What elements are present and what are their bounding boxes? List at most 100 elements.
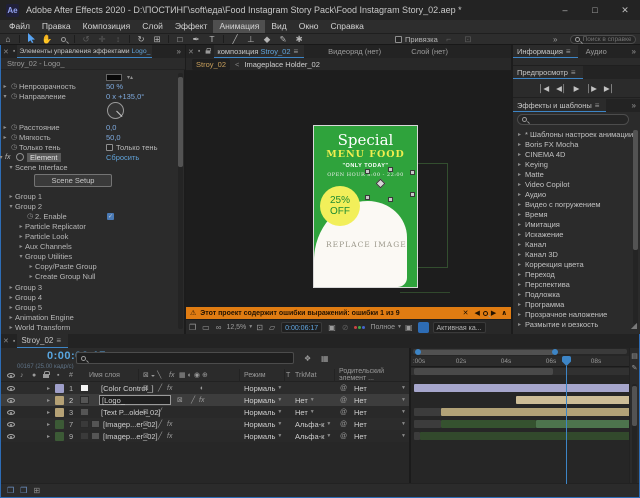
layer-name-edit-field[interactable]: [Logo_ (99, 395, 171, 405)
adjustment-switch-icon[interactable]: ◐ (200, 382, 204, 394)
composition-mini-flowchart-icon[interactable]: ❖ (304, 354, 311, 363)
stopwatch-icon[interactable]: ◷ (25, 212, 35, 220)
work-area-track[interactable] (411, 368, 629, 375)
twirl-icon[interactable]: ▸ (27, 263, 35, 270)
maximize-button[interactable]: □ (580, 0, 610, 20)
tab-audio[interactable]: Аудио (586, 47, 607, 56)
effects-category[interactable]: ▸ Коррекция цвета (513, 259, 640, 269)
selection-handle[interactable] (365, 195, 370, 200)
channel-icon[interactable] (354, 325, 366, 329)
panel-overflow-icon[interactable]: » (632, 47, 640, 56)
help-search[interactable] (570, 34, 636, 44)
effects-category[interactable]: ▸ Время (513, 209, 640, 219)
label-color-swatch[interactable] (55, 431, 64, 441)
eye-icon[interactable] (7, 418, 15, 430)
tab-footage[interactable]: Видеоряд (нет) (328, 47, 381, 56)
layer-bar-3[interactable] (441, 408, 636, 416)
trkmat-select[interactable]: Нет ▼ (295, 406, 315, 418)
twirl-icon[interactable]: ▸ (7, 314, 15, 321)
effects-category[interactable]: ▸ Имитация (513, 219, 640, 229)
tab-info[interactable]: Информация ≡ (513, 45, 578, 58)
transparency-grid-icon[interactable] (417, 321, 429, 333)
menu-window[interactable]: Окно (293, 20, 325, 33)
draft-3d-icon[interactable]: ▦ (321, 354, 329, 363)
stopwatch-icon[interactable]: ◷ (9, 143, 19, 151)
eyedropper-icon[interactable]: ▾▴ (127, 74, 133, 81)
twirl-icon[interactable]: ▾ (7, 203, 15, 210)
stopwatch-icon[interactable]: ◷ (9, 82, 19, 90)
camera-snapshot-icon[interactable]: ▣ (328, 323, 336, 332)
layer-row-9[interactable]: ▸ 9 [Imagep...er_02] ⊠ ╱ fx Нормаль ▼ Аль… (1, 430, 409, 442)
effects-category[interactable]: ▸ Прозрачное наложение (513, 309, 640, 319)
label-color-swatch[interactable] (55, 395, 64, 405)
property-value[interactable]: 0 x +135,0° (106, 92, 144, 101)
eraser-tool-icon[interactable]: ◆ (259, 34, 275, 44)
collapse-switch-icon[interactable]: ⊠ (177, 394, 183, 406)
quality-switch-icon[interactable]: ╱ (158, 382, 162, 394)
roto-brush-tool-icon[interactable]: ✎ (275, 34, 291, 44)
quality-switch-icon[interactable]: ╱ (158, 406, 162, 418)
blend-mode-select[interactable]: Нормаль ▼ (244, 382, 282, 394)
preview-timecode[interactable]: 0:00:06:17 (281, 321, 323, 333)
menu-composition[interactable]: Композиция (77, 20, 137, 33)
trkmat-select[interactable]: Альфа-к ▼ (295, 430, 331, 442)
direction-dial[interactable] (107, 102, 124, 119)
parent-select[interactable]: Нет (354, 418, 367, 430)
quality-switch-icon[interactable]: ╱ (158, 430, 162, 442)
fx-switch-icon[interactable]: fx (167, 418, 172, 430)
panel-overflow-icon[interactable]: » (632, 101, 640, 110)
help-search-input[interactable] (582, 35, 631, 43)
menu-layer[interactable]: Слой (136, 20, 169, 33)
effects-category[interactable]: ▸ CINEMA 4D (513, 149, 640, 159)
magnification-value[interactable]: 12,5% (226, 324, 246, 331)
eye-icon[interactable] (7, 406, 15, 418)
blend-mode-select[interactable]: Нормаль ▼ (244, 394, 282, 406)
time-ruler[interactable]: :00s 02s 04s 06s 08s (411, 356, 629, 367)
twirl-icon[interactable]: ▸ (7, 304, 15, 311)
camera-view-select[interactable]: Активная ка... (432, 321, 486, 333)
effects-category[interactable]: ▸ Аудио (513, 189, 640, 199)
timeline-search-input[interactable] (88, 354, 289, 362)
snap-grid-icon[interactable]: ⊡ (460, 34, 476, 44)
selection-handle[interactable] (365, 169, 370, 174)
blend-mode-select[interactable]: Нормаль ▼ (244, 418, 282, 430)
effects-category[interactable]: ▸ Keying (513, 159, 640, 169)
snap-angle-icon[interactable]: ⌐ (441, 34, 457, 44)
panel-close-icon[interactable]: ✕ (3, 48, 9, 56)
blend-mode-select[interactable]: Нормаль ▼ (244, 406, 282, 418)
fast-previews-icon[interactable]: ▣ (405, 323, 413, 332)
first-frame-button[interactable]: │◀ (539, 84, 549, 93)
warning-prev-icon[interactable]: ◀ (475, 309, 480, 317)
menu-help[interactable]: Справка (325, 20, 370, 33)
home-icon[interactable]: ⌂ (0, 34, 16, 44)
panel-overflow-icon[interactable]: » (177, 47, 185, 56)
shadow-only-checkbox[interactable] (106, 143, 113, 151)
selection-tool-icon[interactable] (23, 33, 39, 45)
effect-controls-scrollbar[interactable] (178, 73, 183, 329)
layer-row-2-selected[interactable]: ▸ 2 [Logo_ ⊠ ╱ fx Нормаль ▼ Нет ▼ @ Нет ▼ (1, 394, 409, 406)
puppet-pin-tool-icon[interactable]: ✱ (291, 34, 307, 44)
navigator-start-handle[interactable] (415, 349, 421, 355)
twirl-icon[interactable]: ▸ (1, 134, 9, 141)
type-tool-icon[interactable]: T (204, 34, 220, 44)
collapse-switch-icon[interactable]: ⊠ (143, 430, 149, 442)
effects-search[interactable] (517, 114, 629, 125)
rotation-tool-icon[interactable]: ↻ (133, 34, 149, 44)
parent-select[interactable]: Нет (354, 406, 367, 418)
label-color-swatch[interactable] (55, 383, 64, 393)
last-frame-button[interactable]: ▶│ (604, 84, 614, 93)
layer-bar-7-tail[interactable] (536, 420, 636, 428)
effects-category[interactable]: ▸ Boris FX Mocha (513, 139, 640, 149)
pan-camera-icon[interactable]: ✛ (94, 34, 110, 44)
twirl-icon[interactable]: ▸ (1, 83, 9, 90)
panel-menu-icon[interactable]: ≡ (595, 101, 600, 110)
stopwatch-icon[interactable]: ◷ (9, 123, 19, 131)
label-color-swatch[interactable] (55, 407, 64, 417)
fx-switch-icon[interactable]: fx (167, 382, 172, 394)
tab-effects-presets[interactable]: Эффекты и шаблоны ≡ (513, 99, 607, 112)
effects-category[interactable]: ▸ Канал (513, 239, 640, 249)
graph-editor-icon[interactable]: ✎ (630, 364, 639, 372)
blend-mode-select[interactable]: Нормаль ▼ (244, 430, 282, 442)
tab-composition[interactable]: композиция Stroy_02 ≡ (214, 45, 305, 58)
eye-icon[interactable] (7, 394, 15, 406)
